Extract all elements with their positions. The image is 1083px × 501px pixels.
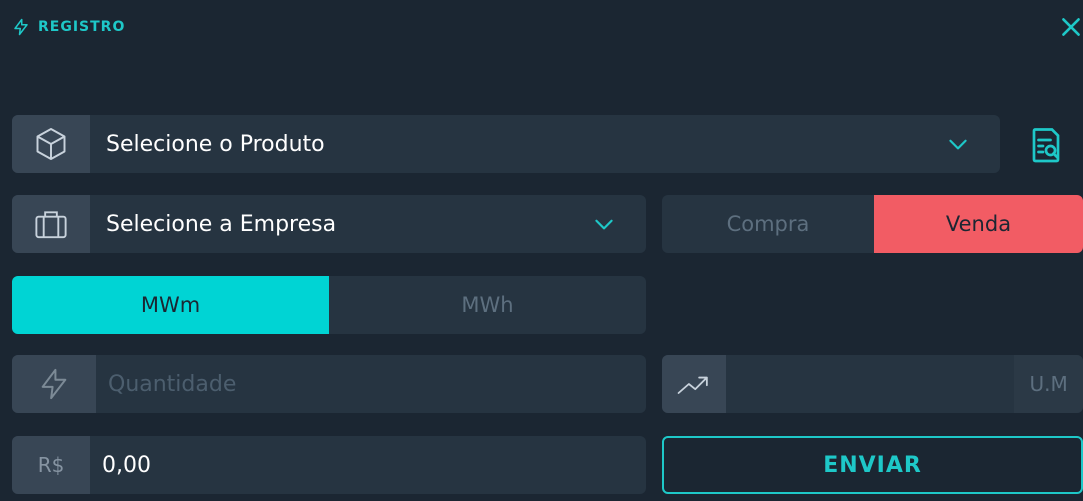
unit-toggle: MWm MWh <box>12 276 646 334</box>
product-select-text: Selecione o Produto <box>106 131 325 157</box>
company-prefix <box>12 195 90 253</box>
price-field: R$ <box>12 436 646 494</box>
price-index-prefix <box>662 355 727 413</box>
close-icon[interactable] <box>1058 14 1083 40</box>
company-select-text: Selecione a Empresa <box>106 211 337 237</box>
unit-mwm-button[interactable]: MWm <box>12 276 329 334</box>
unit-suffix: U.M <box>1014 355 1083 413</box>
sell-button[interactable]: Venda <box>874 195 1083 253</box>
chevron-down-icon[interactable] <box>940 115 976 173</box>
panel-header: REGISTRO <box>12 12 125 42</box>
box-icon <box>36 128 66 160</box>
panel-title: REGISTRO <box>38 19 126 35</box>
quantity-input[interactable] <box>96 355 646 413</box>
document-search-icon[interactable] <box>1028 126 1064 166</box>
bolt-icon <box>14 18 28 36</box>
chevron-down-icon[interactable] <box>586 195 622 253</box>
submit-button[interactable]: ENVIAR <box>662 436 1083 494</box>
buy-button[interactable]: Compra <box>662 195 874 253</box>
product-prefix <box>12 115 90 173</box>
side-toggle: Compra Venda <box>662 195 1083 253</box>
quantity-prefix <box>12 355 96 413</box>
quantity-field <box>12 355 646 413</box>
trend-up-icon <box>677 376 708 394</box>
price-index-field: U.M <box>662 355 1083 413</box>
price-input[interactable] <box>90 436 646 494</box>
product-select[interactable]: Selecione o Produto <box>12 115 1000 173</box>
bolt-icon <box>41 368 67 400</box>
unit-mwh-button[interactable]: MWh <box>329 276 646 334</box>
company-select[interactable]: Selecione a Empresa <box>12 195 646 253</box>
price-index-input[interactable] <box>726 355 1015 413</box>
currency-prefix: R$ <box>12 436 90 494</box>
briefcase-icon <box>35 211 67 239</box>
